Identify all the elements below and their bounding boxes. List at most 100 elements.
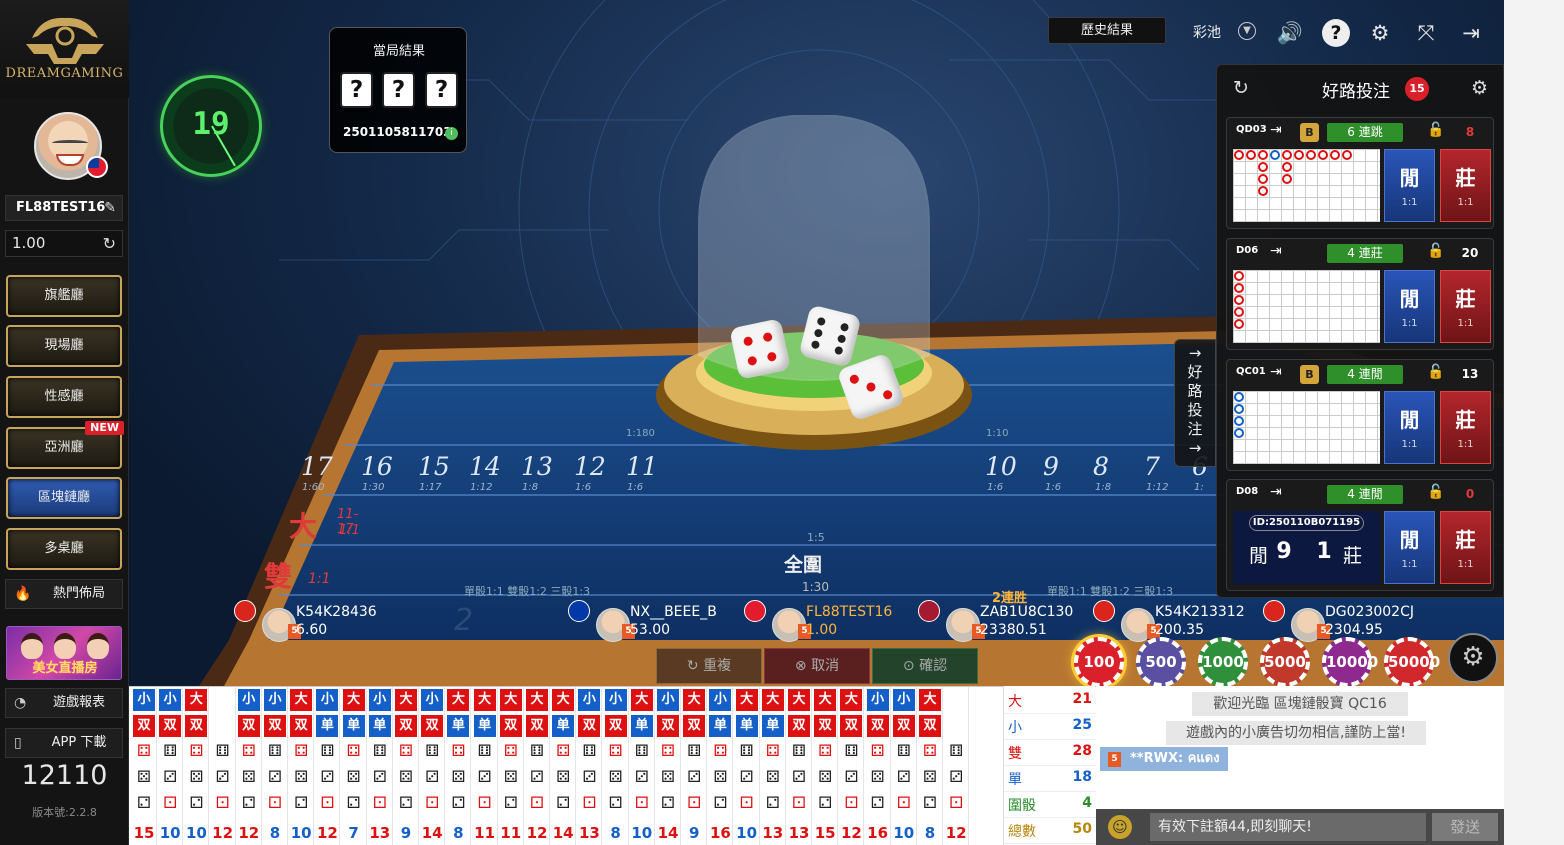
jackpot-pool-label[interactable]: 彩池 <box>1193 22 1221 42</box>
chip-5000[interactable]: 5000 <box>1260 637 1310 687</box>
player-seat[interactable]: 5 FL88TEST16 1.00 <box>744 600 914 644</box>
good-road-tab[interactable]: → 好路投注 → <box>1174 339 1216 467</box>
bet-xian-button[interactable]: 閒 1:1 <box>1384 391 1435 464</box>
sum-value: 8 <box>1093 452 1109 481</box>
bet-zhuang-button[interactable]: 莊 1:1 <box>1440 391 1491 464</box>
speaker-icon[interactable]: 🔊 <box>1275 19 1305 47</box>
bet-zhuang-button[interactable]: 莊 1:1 <box>1440 511 1491 584</box>
chip-10000[interactable]: 10000 <box>1322 637 1378 687</box>
player-seat[interactable]: 5 K54K28436 6.60 <box>234 600 404 644</box>
refresh-icon[interactable]: ↻ <box>1233 77 1249 99</box>
hall-blockchain[interactable]: 區塊鏈廳 <box>6 477 122 519</box>
bead-die: ⚃ <box>294 741 309 760</box>
sum-bet-8[interactable]: 8 1:8 <box>1093 452 1143 494</box>
road-bead <box>1234 319 1244 329</box>
sum-bet-13[interactable]: 13 1:8 <box>517 452 567 494</box>
bet-area-big[interactable]: 大 11-17 1:1 <box>289 505 369 545</box>
enter-table-icon[interactable]: ⇥ <box>1270 122 1282 138</box>
bookmark-icon[interactable]: B <box>1300 123 1319 142</box>
username-field[interactable]: FL88TEST16 ✎ <box>5 195 123 221</box>
hot-layout-link[interactable]: 🔥 熱門佈局 <box>5 579 123 609</box>
app-download-link[interactable]: ▯ APP 下載 <box>5 728 123 758</box>
exit-icon[interactable]: ⇥ <box>1457 19 1485 47</box>
info-icon[interactable]: i <box>445 127 458 140</box>
bead-die: ⚀ <box>896 793 911 812</box>
bead-column: 大单 ⚅ ⚂ ⚀ 10 <box>629 687 655 845</box>
bead-die: ⚄ <box>713 767 728 786</box>
enter-table-icon[interactable]: ⇥ <box>1270 484 1282 500</box>
sum-bet-14[interactable]: 14 1:12 <box>465 452 515 494</box>
unlock-icon[interactable]: 🔓 <box>1427 243 1444 259</box>
sum-bet-16[interactable]: 16 1:30 <box>357 452 407 494</box>
bead-sum: 8 <box>924 824 936 842</box>
game-report-label: 遊戲報表 <box>52 695 105 710</box>
bead-die: ⚅ <box>792 741 806 760</box>
fullscreen-icon[interactable]: ⤧ <box>1412 19 1440 47</box>
hall-flagship[interactable]: 旗艦廳 <box>6 275 122 317</box>
bet-xian-button[interactable]: 閒 1:1 <box>1384 270 1435 343</box>
stat-label: 雙 <box>1008 746 1022 762</box>
help-icon[interactable]: ? <box>1322 19 1350 47</box>
road-card-d06: D06 ⇥ 4 連莊 🔓 20 閒 1:1 莊 1:1 <box>1226 238 1494 350</box>
sum-odds: 1:6 <box>987 482 1004 493</box>
bead-die: ⚁ <box>241 793 256 812</box>
enter-table-icon[interactable]: ⇥ <box>1270 364 1282 380</box>
chip-1000[interactable]: 1000 <box>1198 637 1248 687</box>
bead-sum: 13 <box>788 824 810 842</box>
bet-xian-button[interactable]: 閒 1:1 <box>1384 511 1435 584</box>
refresh-balance-icon[interactable]: ↻ <box>103 231 116 256</box>
sum-bet-10[interactable]: 10 1:6 <box>985 452 1035 494</box>
gear-icon[interactable]: ⚙ <box>1471 77 1488 99</box>
bet-area-even[interactable]: 雙 1:1 <box>264 555 344 595</box>
emoji-icon[interactable]: ☺ <box>1108 815 1132 839</box>
enter-table-icon[interactable]: ⇥ <box>1270 243 1282 259</box>
chip-500[interactable]: 500 <box>1136 637 1186 687</box>
zhuang-label: 莊 <box>1455 408 1476 432</box>
chevron-down-icon[interactable]: ▼ <box>1238 22 1256 40</box>
chip-50000[interactable]: 50000 <box>1384 637 1440 687</box>
sum-bet-12[interactable]: 12 1:6 <box>570 452 620 494</box>
good-road-tab-label: 好路投注 <box>1187 363 1203 438</box>
unlock-icon[interactable]: 🔓 <box>1427 122 1444 138</box>
sum-bet-9[interactable]: 9 1:6 <box>1043 452 1093 494</box>
hall-asia[interactable]: 亞洲廳 NEW <box>6 421 124 469</box>
bead-bigsmall: 小 <box>709 689 732 711</box>
sum-bet-15[interactable]: 15 1:17 <box>414 452 464 494</box>
live-beauty-promo[interactable]: 美女直播房 <box>6 626 122 680</box>
send-button[interactable]: 發送 <box>1432 813 1498 841</box>
bead-bigsmall: 小 <box>316 689 339 711</box>
bookmark-icon[interactable]: B <box>1300 365 1319 384</box>
gear-icon[interactable]: ⚙ <box>1366 19 1394 47</box>
chat-user-message: **RWX: คแดง <box>1100 747 1228 771</box>
chip-settings-icon[interactable]: ⚙ <box>1448 633 1498 683</box>
hall-multi-table[interactable]: 多桌廳 <box>6 528 122 570</box>
hall-live[interactable]: 現場廳 <box>6 325 122 367</box>
unlock-icon[interactable]: 🔓 <box>1427 484 1444 500</box>
hall-sexy[interactable]: 性感廳 <box>6 376 122 418</box>
chip-100[interactable]: 100 <box>1074 637 1124 687</box>
sum-bet-11[interactable]: 11 1:6 <box>622 452 672 494</box>
bead-bigsmall: 小 <box>368 689 391 711</box>
bet-xian-button[interactable]: 閒 1:1 <box>1384 149 1435 222</box>
cancel-button[interactable]: ⊗ 取消 <box>764 648 870 684</box>
player-seat[interactable]: 5 ZAB1U8C130 23380.51 2連胜 <box>918 591 1088 644</box>
sum-value: 10 <box>985 452 1017 481</box>
history-button[interactable]: 歷史結果 <box>1048 17 1166 44</box>
bead-die: ⚃ <box>503 741 518 760</box>
last-round-id: ID:250110B071195 <box>1249 515 1364 531</box>
game-report-link[interactable]: ◔ 遊戲報表 <box>5 688 123 718</box>
bet-area-any-triple[interactable]: 全圍 1:30 <box>774 548 854 598</box>
player-seat[interactable]: 5 K54K213312 200.35 <box>1093 600 1263 644</box>
player-seat[interactable]: 5 NX__BEEE_B 53.00 <box>568 600 738 644</box>
edit-pen-icon[interactable]: ✎ <box>104 196 116 220</box>
bet-zhuang-button[interactable]: 莊 1:1 <box>1440 149 1491 222</box>
bead-die: ⚂ <box>477 767 492 786</box>
confirm-button[interactable]: ⊙ 確認 <box>872 648 978 684</box>
bet-zhuang-button[interactable]: 莊 1:1 <box>1440 270 1491 343</box>
chat-input[interactable]: 有效下註額44,即刻聊天! <box>1150 813 1426 841</box>
player-balance: 53.00 <box>630 622 671 638</box>
sum-bet-17[interactable]: 17 1:60 <box>297 452 347 494</box>
unlock-icon[interactable]: 🔓 <box>1427 364 1444 380</box>
repeat-button[interactable]: ↻ 重複 <box>656 648 762 684</box>
bead-die: ⚀ <box>425 793 440 812</box>
